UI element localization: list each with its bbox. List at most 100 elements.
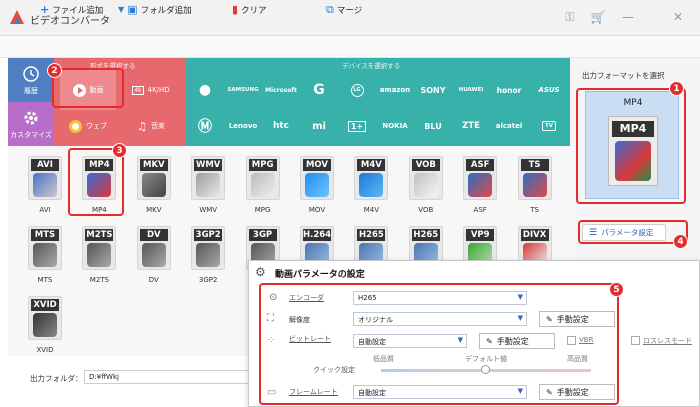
quality-slider-handle[interactable]	[481, 365, 490, 374]
customize-button[interactable]: カスタマイズ	[8, 102, 54, 146]
format-thumbnail: M2TS	[82, 226, 117, 270]
encoder-label: エンコーダ	[289, 294, 324, 302]
format-item-mpg[interactable]: MPG MPG	[240, 152, 286, 224]
resolution-label: 解像度	[289, 316, 310, 324]
format-item-mov[interactable]: MOV MOV	[294, 152, 340, 224]
cart-icon[interactable]: 🛒	[590, 10, 606, 24]
device-apple[interactable]: ●	[186, 70, 224, 110]
output-folder-input[interactable]: D:¥ffWkj	[84, 370, 254, 384]
format-item-wmv[interactable]: WMV WMV	[185, 152, 231, 224]
format-item-m2ts[interactable]: M2TS M2TS	[76, 222, 122, 294]
format-art	[33, 243, 57, 267]
device-blu[interactable]: BLU	[414, 106, 452, 146]
pencil-icon: ✎	[486, 336, 493, 346]
device-lenovo[interactable]: Lenovo	[224, 106, 262, 146]
format-item-vob[interactable]: VOB VOB	[403, 152, 449, 224]
format-art	[522, 173, 547, 197]
device-nokia[interactable]: NOKIA	[376, 106, 414, 146]
settings-icon: ⚙	[255, 265, 266, 279]
format-label: MKV	[146, 206, 162, 214]
device-oneplus[interactable]: 1+	[338, 106, 376, 146]
key-icon[interactable]: ⚿	[562, 10, 578, 25]
dialog-title: 動画パラメータの設定	[275, 270, 365, 280]
device-zte[interactable]: ZTE	[452, 106, 490, 146]
bitrate-manual-button[interactable]: ✎ 手動設定	[479, 333, 555, 349]
format-item-mkv[interactable]: MKV MKV	[131, 152, 177, 224]
pencil-icon: ✎	[546, 314, 553, 324]
format-tag: MTS	[31, 229, 59, 241]
framerate-manual-button[interactable]: ✎ 手動設定	[539, 384, 615, 400]
format-label: M4V	[363, 206, 380, 214]
framerate-select[interactable]: 自動設定 ▼	[353, 385, 527, 399]
device-samsung[interactable]: SAMSUNG	[224, 70, 262, 110]
dropdown-arrow-icon: ▼	[118, 5, 125, 14]
plus-icon: +	[40, 3, 50, 16]
bitrate-select[interactable]: 自動設定 ▼	[353, 334, 467, 348]
format-tag: AVI	[31, 159, 59, 171]
category-4k-hd[interactable]: 4k 4K/HD	[120, 70, 182, 110]
vbr-checkbox[interactable]	[567, 336, 576, 345]
format-thumbnail: MKV	[136, 156, 171, 200]
device-sony[interactable]: SONY	[414, 70, 452, 110]
minimize-button[interactable]: —	[620, 10, 636, 24]
badge-5: 5	[609, 282, 624, 297]
device-google[interactable]: G	[300, 70, 338, 110]
device-microsoft[interactable]: Microsoft	[262, 70, 300, 110]
device-tv[interactable]: TV	[528, 106, 570, 146]
highlight-box-4	[578, 220, 688, 244]
pencil-icon: ✎	[546, 387, 553, 397]
format-item-ts[interactable]: TS TS	[512, 152, 558, 224]
device-alcatel[interactable]: alcatel	[490, 106, 528, 146]
device-htc[interactable]: htc	[262, 106, 300, 146]
format-art	[141, 173, 166, 197]
format-thumbnail: MTS	[28, 226, 62, 270]
close-button[interactable]: ✕	[670, 10, 686, 24]
bitrate-icon: ⁘	[267, 335, 276, 346]
format-thumbnail: MOV	[300, 156, 334, 200]
resolution-select[interactable]: オリジナル ▼	[353, 312, 527, 326]
encoder-select[interactable]: H265 ▼	[353, 291, 527, 305]
device-huawei[interactable]: HUAWEI	[452, 70, 490, 110]
device-asus[interactable]: ASUS	[528, 70, 570, 110]
device-lg[interactable]: LG	[338, 70, 376, 110]
format-item-xvid[interactable]: XVID XVID	[22, 292, 68, 364]
format-label: ASF	[473, 206, 487, 214]
format-art	[305, 173, 329, 197]
format-item-mts[interactable]: MTS MTS	[22, 222, 68, 294]
format-label: DV	[148, 276, 159, 284]
encoder-icon: ⊙	[269, 292, 278, 303]
add-file-button[interactable]: + ファイル追加	[40, 4, 103, 16]
format-item-3gp2[interactable]: 3GP2 3GP2	[185, 222, 231, 294]
format-label: MPG	[254, 206, 271, 214]
app-logo-icon	[10, 10, 24, 24]
format-art	[468, 173, 493, 197]
format-item-avi[interactable]: AVI AVI	[22, 152, 68, 224]
clear-button[interactable]: ▮ クリア	[232, 4, 267, 16]
device-amazon[interactable]: amazon	[376, 70, 414, 110]
format-thumbnail: 3GP2	[191, 226, 226, 270]
format-item-dv[interactable]: DV DV	[131, 222, 177, 294]
merge-icon: ⧉	[326, 3, 334, 16]
format-art	[141, 243, 166, 267]
add-folder-button[interactable]: ▼ ▣ フォルダ追加	[118, 4, 192, 16]
format-item-asf[interactable]: ASF ASF	[457, 152, 503, 224]
format-art	[33, 313, 57, 337]
history-button[interactable]: 履歴	[8, 58, 54, 102]
device-honor[interactable]: honor	[490, 70, 528, 110]
category-web[interactable]: ウェブ	[60, 106, 116, 146]
format-label: MTS	[37, 276, 53, 284]
device-category-band: デバイスを選択する ● SAMSUNG Microsoft G LG amazo…	[186, 58, 570, 146]
output-folder-label: 出力フォルダ：	[30, 374, 83, 383]
lossless-checkbox[interactable]	[631, 336, 640, 345]
clock-icon	[23, 65, 39, 82]
device-xiaomi[interactable]: mi	[300, 106, 338, 146]
device-motorola[interactable]: Ⓜ	[186, 106, 224, 146]
format-item-m4v[interactable]: M4V M4V	[348, 152, 394, 224]
highlight-box-2	[52, 68, 124, 108]
format-label: WMV	[199, 206, 218, 214]
category-music[interactable]: ♫ 音楽	[120, 106, 182, 146]
resolution-manual-button[interactable]: ✎ 手動設定	[539, 311, 615, 327]
oneplus-icon: 1+	[347, 120, 367, 132]
chevron-down-icon: ▼	[517, 293, 523, 301]
merge-button[interactable]: ⧉ マージ	[326, 4, 362, 16]
